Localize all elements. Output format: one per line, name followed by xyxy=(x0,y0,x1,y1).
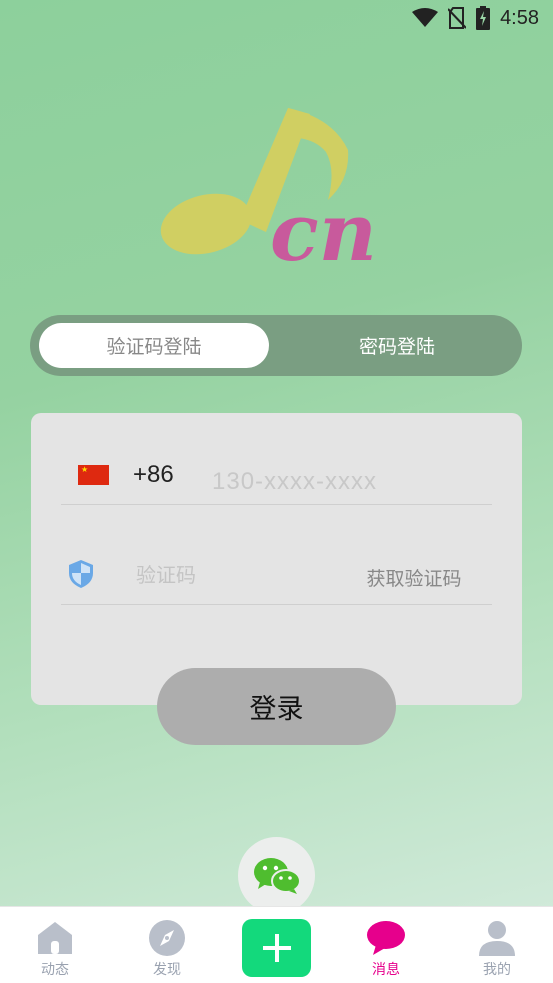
tab-sms-login[interactable]: 验证码登陆 xyxy=(39,323,269,368)
login-mode-tabs: 验证码登陆 密码登陆 xyxy=(30,315,522,376)
bottom-tab-bar: 动态 发现 消息 我的 xyxy=(0,906,553,983)
create-post-button[interactable] xyxy=(242,919,311,977)
tab-feed[interactable]: 动态 xyxy=(0,907,110,983)
tab-label: 我的 xyxy=(483,962,511,978)
china-flag-icon[interactable]: ★ xyxy=(78,465,109,485)
tab-password-login[interactable]: 密码登陆 xyxy=(282,323,512,368)
sms-code-input[interactable] xyxy=(61,545,336,605)
no-sim-icon xyxy=(448,7,467,29)
tab-messages[interactable]: 消息 xyxy=(331,907,441,983)
logo-text: cn xyxy=(270,185,377,270)
message-bubble-icon xyxy=(367,921,405,955)
tab-label: 发现 xyxy=(153,962,181,978)
status-icons: 4:58 xyxy=(412,6,539,30)
app-logo: cn xyxy=(158,100,398,279)
battery-charging-icon xyxy=(476,6,491,30)
tab-label: 消息 xyxy=(372,962,400,978)
phone-input[interactable] xyxy=(196,459,492,505)
wechat-icon xyxy=(253,857,301,894)
login-button[interactable]: 登录 xyxy=(157,668,396,745)
plus-icon xyxy=(262,934,291,962)
tab-label: 动态 xyxy=(41,962,69,978)
get-code-button[interactable]: 获取验证码 xyxy=(336,551,492,605)
tab-profile[interactable]: 我的 xyxy=(442,907,552,983)
wifi-icon xyxy=(412,8,439,27)
divider xyxy=(61,504,196,505)
country-code[interactable]: +86 xyxy=(133,461,174,489)
status-time: 4:58 xyxy=(500,6,539,29)
user-icon xyxy=(479,921,515,956)
status-bar: 4:58 xyxy=(0,0,553,38)
wechat-login-button[interactable] xyxy=(238,837,315,914)
compass-icon xyxy=(149,920,185,956)
home-icon xyxy=(38,922,72,954)
tab-discover[interactable]: 发现 xyxy=(112,907,222,983)
login-form-card: ★ +86 获取验证码 xyxy=(31,413,522,705)
